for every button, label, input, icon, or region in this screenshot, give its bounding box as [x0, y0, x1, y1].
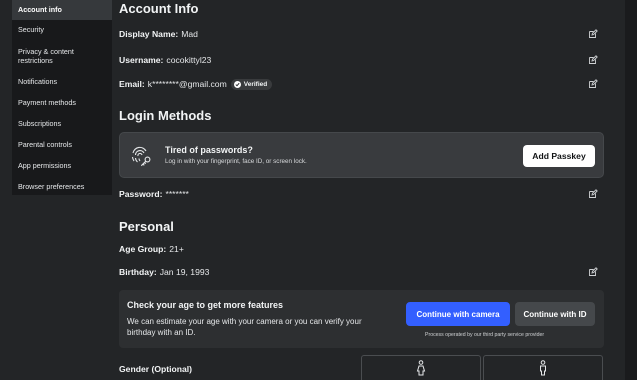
username-row: Username: cocokittyl23: [119, 53, 604, 67]
sidebar-item-security[interactable]: Security: [12, 20, 112, 41]
verified-badge: Verified: [230, 78, 273, 90]
continue-with-id-button[interactable]: Continue with ID: [515, 302, 595, 326]
password-value: *******: [165, 189, 189, 199]
male-icon: [538, 360, 548, 376]
sidebar-item-privacy[interactable]: Privacy & content restrictions: [12, 41, 112, 72]
display-name-row: Display Name: Mad: [119, 27, 604, 41]
birthday-label: Birthday:: [119, 267, 157, 277]
sidebar-item-label: Account info: [18, 4, 62, 14]
age-group-row: Age Group: 21+: [119, 242, 604, 256]
sidebar-item-label: Security: [18, 25, 44, 35]
username-label: Username:: [119, 55, 164, 65]
email-label: Email:: [119, 79, 145, 89]
personal-heading: Personal: [119, 219, 174, 234]
sidebar-item-label: Payment methods: [18, 98, 76, 108]
account-info-panel: Account Info Display Name: Mad Username:…: [119, 0, 604, 380]
sidebar-item-notifications[interactable]: Notifications: [12, 72, 112, 93]
provider-note: Process operated by our third party serv…: [425, 332, 545, 338]
sidebar-item-parental-controls[interactable]: Parental controls: [12, 135, 112, 156]
password-row: Password: *******: [119, 187, 604, 201]
display-name-label: Display Name:: [119, 29, 179, 39]
female-icon: [416, 360, 426, 376]
settings-sidebar: Account info Security Privacy & content …: [12, 0, 112, 195]
verified-label: Verified: [243, 80, 268, 88]
sidebar-item-label: Subscriptions: [18, 119, 62, 129]
age-group-label: Age Group:: [119, 244, 167, 254]
sidebar-item-payment-methods[interactable]: Payment methods: [12, 93, 112, 114]
fingerprint-key-icon: [129, 143, 155, 169]
passkey-title: Tired of passwords?: [165, 145, 253, 155]
gender-label: Gender (Optional): [119, 364, 193, 374]
edit-email-icon[interactable]: [588, 79, 598, 89]
birthday-row: Birthday: Jan 19, 1993: [119, 265, 604, 279]
sidebar-item-browser-preferences[interactable]: Browser preferences: [12, 177, 112, 198]
age-group-value: 21+: [169, 244, 184, 254]
username-value: cocokittyl23: [166, 55, 212, 65]
sidebar-item-label: App permissions: [18, 161, 72, 171]
account-info-heading: Account Info: [119, 1, 199, 16]
sidebar-item-label: Privacy & content restrictions: [18, 47, 74, 65]
display-name-value: Mad: [181, 29, 198, 39]
sidebar-item-subscriptions[interactable]: Subscriptions: [12, 114, 112, 135]
sidebar-item-label: Browser preferences: [18, 182, 85, 192]
age-card-title: Check your age to get more features: [127, 300, 284, 310]
sidebar-item-label: Notifications: [18, 77, 58, 87]
sidebar-item-app-permissions[interactable]: App permissions: [12, 156, 112, 177]
gender-option-female[interactable]: [361, 355, 481, 380]
sidebar-item-label: Parental controls: [18, 140, 72, 150]
passkey-subtitle: Log in with your fingerprint, face ID, o…: [165, 158, 307, 165]
check-icon: [233, 80, 241, 88]
sidebar-item-account-info[interactable]: Account info: [12, 0, 112, 20]
add-passkey-button[interactable]: Add Passkey: [523, 145, 595, 167]
password-label: Password:: [119, 189, 163, 199]
continue-with-camera-button[interactable]: Continue with camera: [406, 302, 510, 326]
edit-password-icon[interactable]: [588, 189, 598, 199]
edit-birthday-icon[interactable]: [588, 267, 598, 277]
passkey-card: Tired of passwords? Log in with your fin…: [119, 132, 604, 178]
scrollbar-gutter: [625, 0, 637, 380]
gender-option-male[interactable]: [483, 355, 603, 380]
edit-username-icon[interactable]: [588, 55, 598, 65]
age-verification-card: Check your age to get more features We c…: [119, 290, 604, 348]
edit-display-name-icon[interactable]: [588, 29, 598, 39]
email-row: Email: k********@gmail.com Verified: [119, 77, 604, 91]
birthday-value: Jan 19, 1993: [159, 267, 210, 277]
age-card-text: We can estimate your age with your camer…: [127, 317, 362, 337]
login-methods-heading: Login Methods: [119, 108, 212, 123]
email-value: k********@gmail.com: [147, 79, 227, 89]
